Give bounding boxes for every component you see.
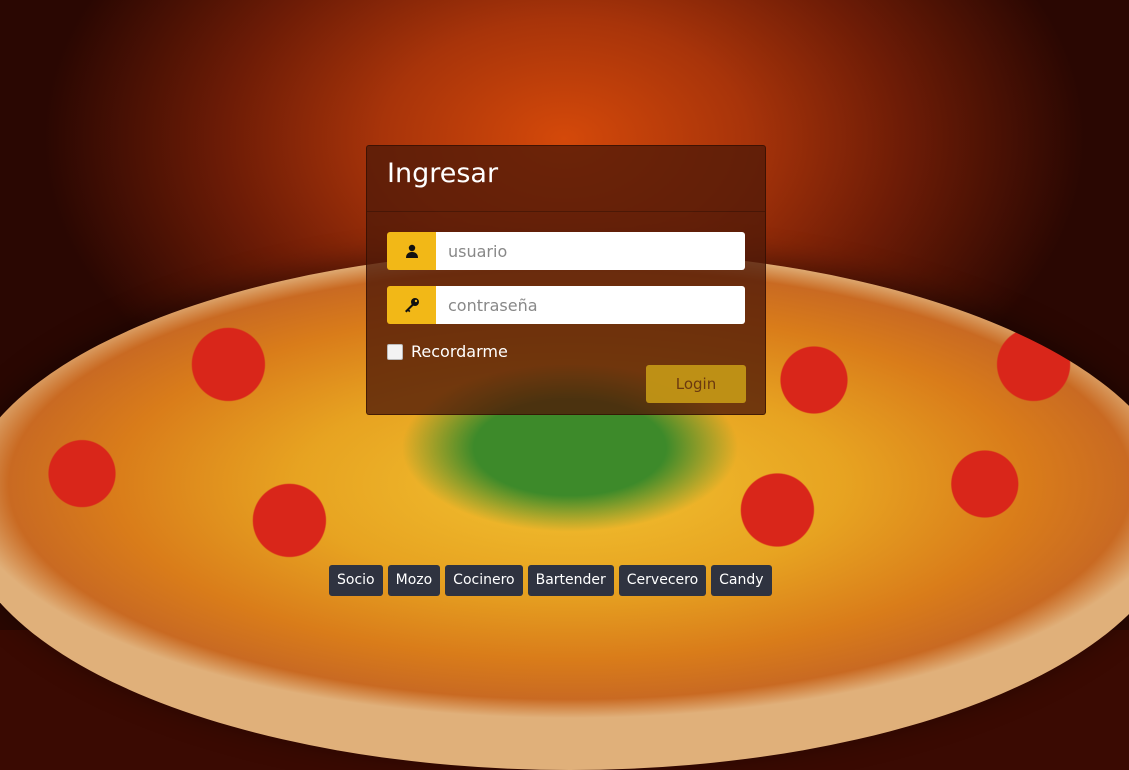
- remember-checkbox[interactable]: [387, 343, 403, 360]
- login-title: Ingresar: [367, 146, 765, 212]
- role-button-mozo[interactable]: Mozo: [387, 565, 441, 596]
- user-icon: [387, 232, 436, 270]
- role-buttons: Socio Mozo Cocinero Bartender Cervecero …: [329, 565, 772, 596]
- key-icon: [387, 286, 436, 324]
- role-button-cervecero[interactable]: Cervecero: [618, 565, 707, 596]
- login-button[interactable]: Login: [646, 365, 746, 403]
- username-input[interactable]: [436, 232, 745, 270]
- password-input[interactable]: [436, 286, 745, 324]
- remember-me[interactable]: Recordarme: [387, 342, 508, 361]
- username-field-group: [387, 232, 745, 270]
- login-panel: Ingresar Recordarme Login: [366, 145, 766, 415]
- role-button-candy[interactable]: Candy: [711, 565, 772, 596]
- role-button-bartender[interactable]: Bartender: [527, 565, 614, 596]
- role-button-cocinero[interactable]: Cocinero: [445, 565, 523, 596]
- password-field-group: [387, 286, 745, 324]
- remember-label: Recordarme: [411, 342, 508, 361]
- role-button-socio[interactable]: Socio: [329, 565, 383, 596]
